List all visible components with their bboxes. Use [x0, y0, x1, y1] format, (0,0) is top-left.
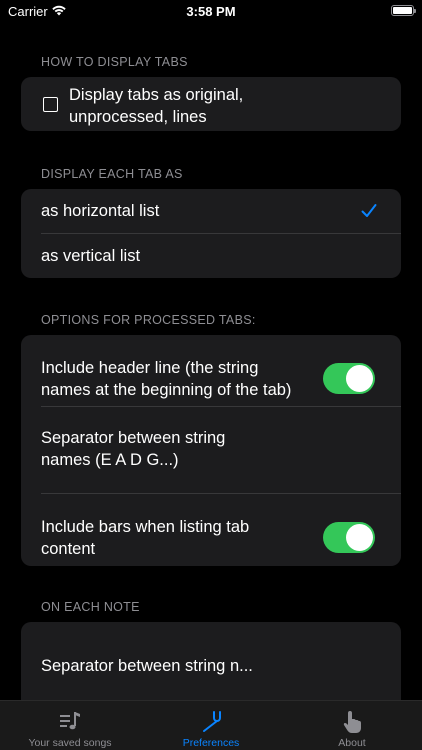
checkmark-icon [361, 204, 377, 217]
note-separator-row[interactable]: Separator between string n... [21, 622, 401, 712]
hand-pointer-icon [343, 711, 361, 733]
horizontal-list-label: as horizontal list [41, 202, 160, 220]
vertical-list-option[interactable]: as vertical list [21, 234, 401, 278]
each-tab-group: as horizontal list as vertical list [21, 189, 401, 278]
horizontal-list-option[interactable]: as horizontal list [21, 189, 401, 233]
section-header-processed: OPTIONS FOR PROCESSED TABS: [41, 313, 256, 327]
status-bar: Carrier 3:58 PM [0, 0, 422, 24]
original-lines-label: Display tabs as original, unprocessed, l… [69, 86, 244, 126]
processed-options-group: Include header line (the string names at… [21, 335, 401, 566]
tab-label: About [338, 737, 366, 749]
separator-string-names-row[interactable]: Separator between string names (E A D G.… [21, 407, 401, 493]
note-separator-label: Separator between string n... [41, 657, 253, 675]
music-list-icon [60, 712, 80, 730]
separator-string-names-label: Separator between string names (E A D G.… [41, 429, 226, 469]
clock-time: 3:58 PM [186, 4, 236, 19]
tab-your-saved-songs[interactable]: Your saved songs [0, 701, 140, 750]
tuning-fork-icon [203, 711, 221, 732]
include-bars-row: Include bars when listing tab content [21, 494, 401, 566]
include-bars-toggle[interactable] [323, 522, 375, 553]
original-lines-checkbox[interactable] [43, 97, 58, 112]
battery-icon [391, 5, 416, 16]
include-bars-label: Include bars when listing tab content [41, 518, 250, 558]
tab-preferences[interactable]: Preferences [141, 701, 281, 750]
include-header-row: Include header line (the string names at… [21, 335, 401, 406]
section-header-each-note: ON EACH NOTE [41, 600, 140, 614]
each-note-group: Separator between string n... [21, 622, 401, 712]
tab-label: Your saved songs [28, 737, 112, 749]
section-header-each-tab: DISPLAY EACH TAB AS [41, 167, 183, 181]
section-header-display-tabs: HOW TO DISPLAY TABS [41, 55, 188, 69]
include-header-label: Include header line (the string names at… [41, 359, 292, 399]
display-tabs-group: Display tabs as original, unprocessed, l… [21, 77, 401, 131]
tab-label: Preferences [182, 737, 240, 749]
original-lines-option[interactable]: Display tabs as original, unprocessed, l… [21, 77, 401, 131]
vertical-list-label: as vertical list [41, 247, 141, 265]
tab-about[interactable]: About [282, 701, 422, 750]
tab-bar: Your saved songs Preferences About [0, 700, 422, 750]
include-header-toggle[interactable] [323, 363, 375, 394]
